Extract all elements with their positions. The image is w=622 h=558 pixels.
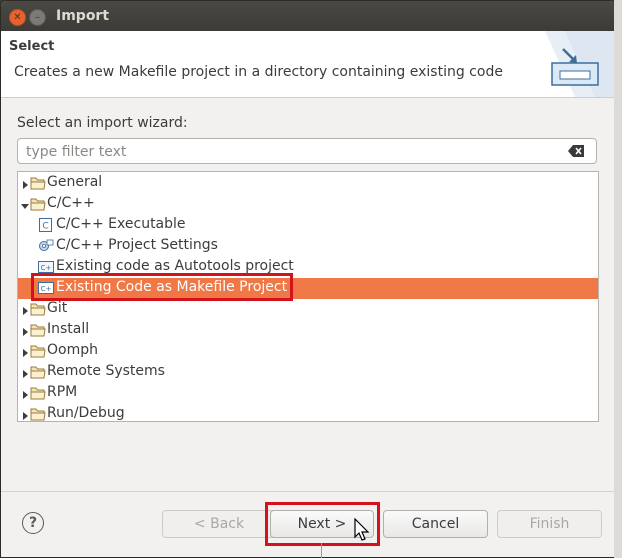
tree-item-c-c-project-settings[interactable]: C/C++ Project Settings bbox=[18, 236, 598, 257]
svg-text:C: C bbox=[42, 222, 48, 232]
tree-item-existing-code-as-makefile-project[interactable]: C+ Existing Code as Makefile Project bbox=[18, 278, 598, 299]
tree-item-general[interactable]: General bbox=[18, 173, 598, 194]
tree-item-label: RPM bbox=[47, 384, 78, 400]
collapsed-arrow-icon[interactable] bbox=[20, 346, 30, 357]
folder-icon bbox=[30, 365, 46, 379]
import-wizard-banner-icon bbox=[545, 31, 615, 97]
folder-icon bbox=[30, 386, 46, 400]
folder-icon bbox=[30, 407, 46, 421]
import-dialog: ✕ – Import Select Creates a new Makefile… bbox=[0, 0, 616, 558]
tree-item-oomph[interactable]: Oomph bbox=[18, 341, 598, 362]
wizard-header: Select Creates a new Makefile project in… bbox=[1, 31, 615, 98]
wizard-tree[interactable]: General C/C++ C C/C++ Executable C/C++ Proje… bbox=[17, 171, 599, 422]
folder-icon bbox=[30, 344, 46, 358]
filter-input[interactable] bbox=[24, 141, 558, 163]
close-icon[interactable]: ✕ bbox=[9, 9, 26, 26]
filter-field[interactable] bbox=[17, 138, 597, 164]
folder-icon bbox=[30, 323, 46, 337]
tree-item-label: Existing code as Autotools project bbox=[56, 258, 294, 274]
tree-item-label: General bbox=[47, 174, 103, 190]
page-description: Creates a new Makefile project in a dire… bbox=[14, 64, 503, 80]
tree-item-c-c[interactable]: C/C++ bbox=[18, 194, 598, 215]
minimize-icon[interactable]: – bbox=[29, 9, 46, 26]
mouse-pointer-icon bbox=[354, 518, 370, 541]
tree-item-label: Existing Code as Makefile Project bbox=[56, 279, 288, 295]
window-title: Import bbox=[56, 8, 110, 24]
cpp-project-icon: C+ bbox=[38, 260, 54, 274]
collapsed-arrow-icon[interactable] bbox=[20, 178, 30, 189]
tree-item-c-c-executable[interactable]: C C/C++ Executable bbox=[18, 215, 598, 236]
collapsed-arrow-icon[interactable] bbox=[20, 409, 30, 420]
collapsed-arrow-icon[interactable] bbox=[20, 367, 30, 378]
button-bar-divider bbox=[1, 491, 615, 492]
collapsed-arrow-icon[interactable] bbox=[20, 388, 30, 399]
clear-filter-icon[interactable] bbox=[568, 145, 584, 157]
folder-icon bbox=[30, 302, 46, 316]
help-icon[interactable]: ? bbox=[22, 512, 44, 534]
svg-text:C+: C+ bbox=[41, 264, 52, 272]
tree-item-install[interactable]: Install bbox=[18, 320, 598, 341]
folder-icon bbox=[30, 176, 46, 190]
title-bar: ✕ – Import bbox=[1, 1, 615, 31]
tree-item-label: Install bbox=[47, 321, 90, 337]
tree-item-remote-systems[interactable]: Remote Systems bbox=[18, 362, 598, 383]
tree-item-label: Remote Systems bbox=[47, 363, 165, 379]
svg-text:C+: C+ bbox=[41, 285, 52, 293]
cpp-project-icon: C+ bbox=[38, 281, 54, 295]
tree-item-label: Run/Debug bbox=[47, 405, 125, 421]
cancel-button[interactable]: Cancel bbox=[383, 510, 488, 538]
tree-item-label: Oomph bbox=[47, 342, 98, 358]
back-button[interactable]: < Back bbox=[162, 510, 276, 538]
tree-item-label: C/C++ Executable bbox=[56, 216, 186, 232]
tree-item-label: C/C++ bbox=[47, 195, 95, 211]
tree-item-rpm[interactable]: RPM bbox=[18, 383, 598, 404]
finish-button[interactable]: Finish bbox=[497, 510, 602, 538]
tree-item-git[interactable]: Git bbox=[18, 299, 598, 320]
cpp-project-icon: C bbox=[38, 218, 54, 232]
folder-icon bbox=[30, 197, 46, 211]
tree-item-run-debug[interactable]: Run/Debug bbox=[18, 404, 598, 421]
tree-item-existing-code-as-autotools-project[interactable]: C+ Existing code as Autotools project bbox=[18, 257, 598, 278]
tree-item-label: Git bbox=[47, 300, 68, 316]
expanded-arrow-icon[interactable] bbox=[20, 199, 30, 209]
background-window-edge bbox=[614, 0, 622, 558]
background-divider bbox=[321, 543, 322, 558]
collapsed-arrow-icon[interactable] bbox=[20, 304, 30, 315]
tree-item-label: C/C++ Project Settings bbox=[56, 237, 218, 253]
wizard-select-label: Select an import wizard: bbox=[17, 115, 188, 131]
settings-icon bbox=[38, 239, 54, 253]
collapsed-arrow-icon[interactable] bbox=[20, 325, 30, 336]
page-title: Select bbox=[9, 39, 55, 54]
